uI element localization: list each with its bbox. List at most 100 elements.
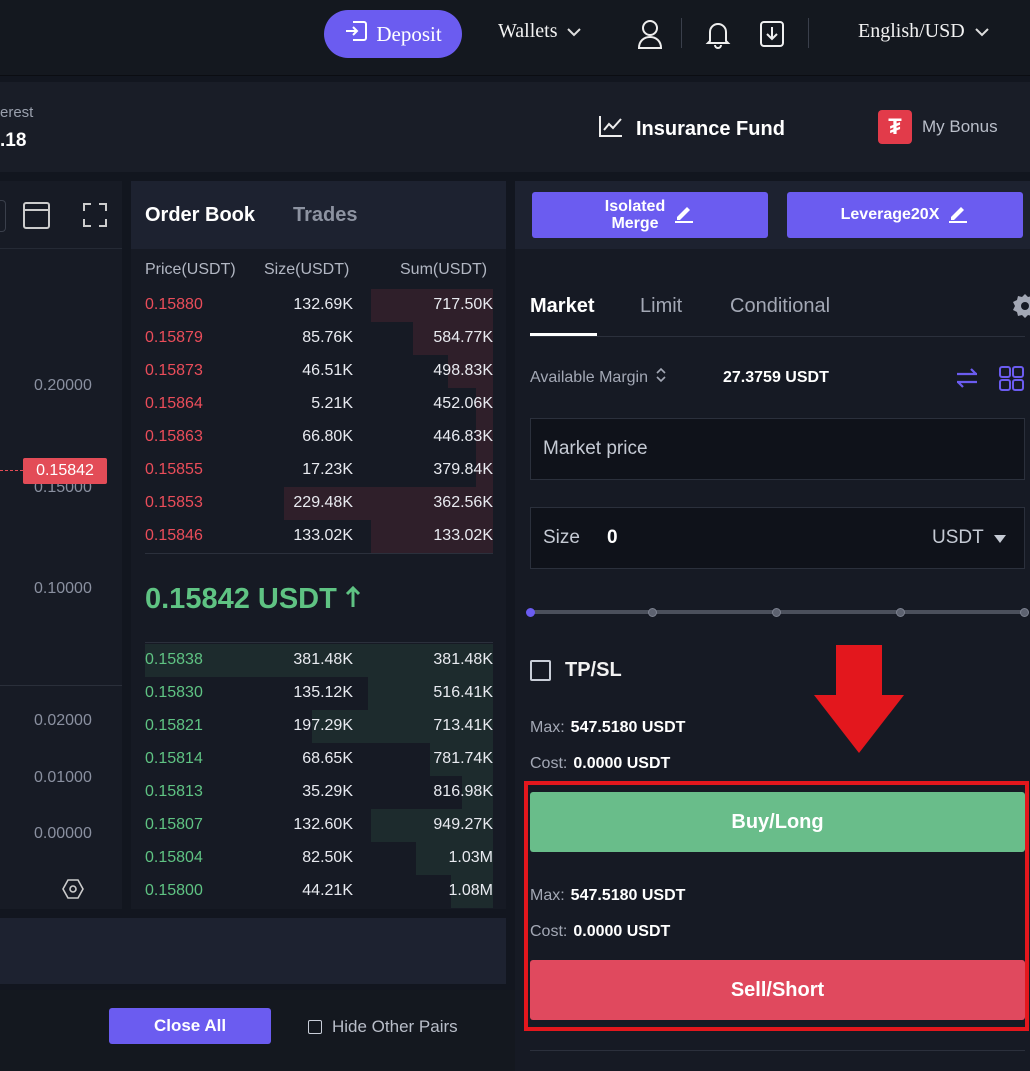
leverage-button[interactable]: Leverage20X	[787, 192, 1023, 238]
slider-stop[interactable]	[648, 608, 657, 617]
slider-stop[interactable]	[1020, 608, 1029, 617]
wallets-menu[interactable]: Wallets	[498, 20, 582, 43]
bid-row[interactable]: 0.15804 82.50K 1.03M	[131, 842, 506, 875]
bell-icon[interactable]	[703, 18, 733, 50]
ask-row[interactable]: 0.15846 133.02K 133.02K	[131, 520, 506, 553]
row-sum: 1.08M	[448, 882, 493, 899]
row-price: 0.15855	[145, 461, 203, 478]
my-bonus-label: My Bonus	[922, 117, 998, 136]
my-bonus-link[interactable]: ₮ My Bonus	[878, 110, 998, 144]
row-sum: 379.84K	[433, 461, 493, 478]
row-sum: 133.02K	[433, 527, 493, 544]
margin-mode-label: Isolated Merge	[605, 198, 665, 232]
line-chart-icon	[598, 114, 624, 144]
fullscreen-icon[interactable]	[83, 203, 107, 232]
mid-price: 0.15842 USDT	[145, 583, 361, 616]
row-size: 44.21K	[302, 882, 353, 899]
caret-down-icon	[993, 527, 1006, 549]
ask-row[interactable]: 0.15855 17.23K 379.84K	[131, 454, 506, 487]
row-size: 133.02K	[293, 527, 353, 544]
market-price-field[interactable]: Market price	[530, 418, 1025, 480]
language-menu[interactable]: English/USD	[858, 20, 989, 43]
row-price: 0.15800	[145, 882, 203, 899]
ask-row[interactable]: 0.15863 66.80K 446.83K	[131, 421, 506, 454]
mid-divider	[145, 553, 493, 554]
leverage-label: Leverage20X	[840, 206, 940, 223]
tab-limit[interactable]: Limit	[640, 295, 682, 318]
highlight-annotation-box	[524, 781, 1029, 1031]
toolbar-control[interactable]	[0, 200, 6, 232]
ask-row[interactable]: 0.15853 229.48K 362.56K	[131, 487, 506, 520]
open-interest-label: erest	[0, 104, 34, 121]
deposit-icon	[344, 20, 368, 48]
bid-row[interactable]: 0.15821 197.29K 713.41K	[131, 710, 506, 743]
bid-row[interactable]: 0.15814 68.65K 781.74K	[131, 743, 506, 776]
active-tab-underline	[530, 333, 597, 336]
size-unit-select[interactable]: USDT	[932, 527, 1006, 549]
tab-order-book[interactable]: Order Book	[145, 204, 255, 227]
row-sum: 713.41K	[433, 717, 493, 734]
layout-icon[interactable]	[23, 202, 50, 234]
ask-row[interactable]: 0.15880 132.69K 717.50K	[131, 289, 506, 322]
row-sum: 452.06K	[433, 395, 493, 412]
row-sum: 381.48K	[433, 651, 493, 668]
chevron-down-icon	[567, 20, 582, 43]
tpsl-toggle[interactable]: TP/SL	[530, 659, 622, 682]
col-sum-header: Sum(USDT)	[400, 261, 488, 278]
tpsl-checkbox[interactable]	[530, 660, 551, 681]
hide-other-pairs-toggle[interactable]: Hide Other Pairs	[308, 1017, 458, 1037]
positions-actions: Close All Hide Other Pairs	[0, 990, 515, 1071]
calculator-icon[interactable]	[999, 366, 1024, 396]
slider-handle[interactable]	[526, 608, 535, 617]
chart-toolbar	[0, 181, 122, 249]
chevron-down-icon	[974, 20, 989, 43]
bid-row[interactable]: 0.15830 135.12K 516.41K	[131, 677, 506, 710]
chart-panel: 0.20000 0.15000 0.15842 0.10000 0.02000 …	[0, 181, 122, 909]
row-size: 132.60K	[293, 816, 353, 833]
margin-mode-button[interactable]: Isolated Merge	[532, 192, 768, 238]
row-size: 229.48K	[293, 494, 353, 511]
ask-row[interactable]: 0.15873 46.51K 498.83K	[131, 355, 506, 388]
row-size: 35.29K	[302, 783, 353, 800]
transfer-icon[interactable]	[955, 367, 979, 394]
bid-row[interactable]: 0.15838 381.48K 381.48K	[131, 644, 506, 677]
order-type-tabs: Market Limit Conditional	[530, 293, 1030, 337]
axis-tick: 0.00000	[34, 825, 92, 842]
row-price: 0.15813	[145, 783, 203, 800]
row-price: 0.15821	[145, 717, 203, 734]
buy-max-value: 547.5180 USDT	[570, 719, 686, 736]
col-price-header: Price(USDT)	[145, 261, 236, 278]
bid-row[interactable]: 0.15807 132.60K 949.27K	[131, 809, 506, 842]
download-icon[interactable]	[757, 18, 787, 50]
insurance-fund-link[interactable]: Insurance Fund	[598, 114, 785, 144]
row-sum: 717.50K	[433, 296, 493, 313]
tether-icon: ₮	[878, 110, 912, 144]
user-icon[interactable]	[635, 18, 665, 50]
size-input[interactable]: 0	[607, 527, 618, 549]
size-field[interactable]: Size 0 USDT	[530, 507, 1025, 569]
hide-other-pairs-label: Hide Other Pairs	[332, 1017, 458, 1036]
ask-row[interactable]: 0.15879 85.76K 584.77K	[131, 322, 506, 355]
settings-hex-icon[interactable]	[62, 878, 84, 905]
buy-cost-label: Cost:	[530, 755, 568, 772]
row-size: 381.48K	[293, 651, 353, 668]
tab-market[interactable]: Market	[530, 295, 594, 318]
bid-row[interactable]: 0.15800 44.21K 1.08M	[131, 875, 506, 908]
close-all-button[interactable]: Close All	[109, 1008, 271, 1044]
deposit-button[interactable]: Deposit	[324, 10, 462, 58]
gear-icon[interactable]	[1012, 293, 1030, 324]
row-price: 0.15807	[145, 816, 203, 833]
edit-icon	[673, 203, 695, 228]
ask-row[interactable]: 0.15864 5.21K 452.06K	[131, 388, 506, 421]
bid-row[interactable]: 0.15813 35.29K 816.98K	[131, 776, 506, 809]
slider-stop[interactable]	[896, 608, 905, 617]
tab-trades[interactable]: Trades	[293, 204, 357, 227]
mid-price-value: 0.15842 USDT	[145, 583, 337, 615]
row-price: 0.15814	[145, 750, 203, 767]
row-price: 0.15880	[145, 296, 203, 313]
hide-other-pairs-checkbox[interactable]	[308, 1020, 322, 1034]
slider-stop[interactable]	[772, 608, 781, 617]
sort-icon[interactable]	[656, 367, 666, 388]
tab-conditional[interactable]: Conditional	[730, 295, 830, 318]
row-size: 85.76K	[302, 329, 353, 346]
